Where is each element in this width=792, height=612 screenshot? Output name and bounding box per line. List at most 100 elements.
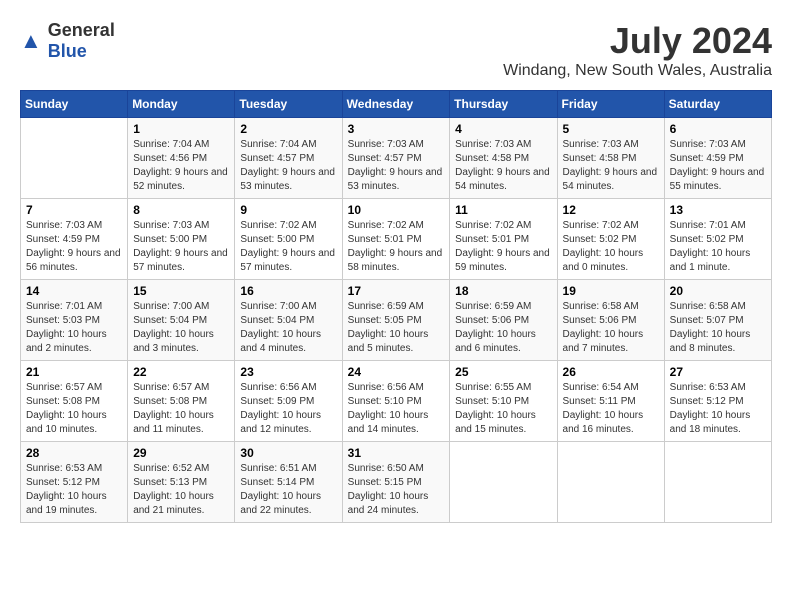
calendar-cell: 13Sunrise: 7:01 AMSunset: 5:02 PMDayligh… xyxy=(664,199,771,280)
day-number: 7 xyxy=(26,203,122,217)
day-info: Sunrise: 7:03 AMSunset: 4:58 PMDaylight:… xyxy=(563,138,659,194)
calendar-cell: 25 Sunrise: 6:55 AMSunset: 5:10 PMDayligh… xyxy=(450,361,557,442)
calendar-cell: 17Sunrise: 6:59 AMSunset: 5:05 PMDayligh… xyxy=(342,280,450,361)
day-info: Sunrise: 6:57 AMSunset: 5:08 PMDaylight:… xyxy=(26,381,122,437)
calendar-cell: 22 Sunrise: 6:57 AMSunset: 5:08 PMDayligh… xyxy=(128,361,235,442)
day-info: Sunrise: 7:03 AMSunset: 5:00 PMDaylight:… xyxy=(133,219,229,275)
location: Windang, New South Wales, Australia xyxy=(503,62,772,80)
calendar-cell: 26 Sunrise: 6:54 AMSunset: 5:11 PMDayligh… xyxy=(557,361,664,442)
day-info: Sunrise: 7:02 AMSunset: 5:02 PMDaylight:… xyxy=(563,219,659,275)
logo-text: General Blue xyxy=(48,20,115,62)
day-number: 30 xyxy=(240,446,336,460)
calendar-cell: 14 Sunrise: 7:01 AMSunset: 5:03 PMDayligh… xyxy=(21,280,128,361)
day-info: Sunrise: 6:50 AMSunset: 5:15 PMDaylight:… xyxy=(348,462,445,518)
day-info: Sunrise: 7:02 AMSunset: 5:01 PMDaylight:… xyxy=(455,219,551,275)
calendar-header-saturday: Saturday xyxy=(664,91,771,118)
day-info: Sunrise: 7:03 AMSunset: 4:59 PMDaylight:… xyxy=(26,219,122,275)
day-info: Sunrise: 6:54 AMSunset: 5:11 PMDaylight:… xyxy=(563,381,659,437)
day-number: 8 xyxy=(133,203,229,217)
day-info: Sunrise: 7:02 AMSunset: 5:01 PMDaylight:… xyxy=(348,219,445,275)
logo: ▲ General Blue xyxy=(20,20,115,62)
logo-blue: Blue xyxy=(48,41,87,61)
calendar-header-thursday: Thursday xyxy=(450,91,557,118)
day-number: 2 xyxy=(240,122,336,136)
day-number: 26 xyxy=(563,365,659,379)
calendar-cell xyxy=(450,442,557,523)
calendar-cell: 21Sunrise: 6:57 AMSunset: 5:08 PMDayligh… xyxy=(21,361,128,442)
day-number: 27 xyxy=(670,365,766,379)
day-number: 18 xyxy=(455,284,551,298)
calendar-cell: 3Sunrise: 7:03 AMSunset: 4:57 PMDaylight… xyxy=(342,118,450,199)
calendar-cell: 16Sunrise: 7:00 AMSunset: 5:04 PMDayligh… xyxy=(235,280,342,361)
day-info: Sunrise: 7:04 AMSunset: 4:57 PMDaylight:… xyxy=(240,138,336,194)
calendar-week-row: 21Sunrise: 6:57 AMSunset: 5:08 PMDayligh… xyxy=(21,361,772,442)
calendar-cell: 6 Sunrise: 7:03 AMSunset: 4:59 PMDaylight… xyxy=(664,118,771,199)
calendar-cell: 1 Sunrise: 7:04 AMSunset: 4:56 PMDaylight… xyxy=(128,118,235,199)
calendar-cell: 29Sunrise: 6:52 AMSunset: 5:13 PMDayligh… xyxy=(128,442,235,523)
day-info: Sunrise: 6:57 AMSunset: 5:08 PMDaylight:… xyxy=(133,381,229,437)
calendar-cell: 12 Sunrise: 7:02 AMSunset: 5:02 PMDayligh… xyxy=(557,199,664,280)
day-info: Sunrise: 7:00 AMSunset: 5:04 PMDaylight:… xyxy=(240,300,336,356)
day-number: 1 xyxy=(133,122,229,136)
day-number: 14 xyxy=(26,284,122,298)
day-number: 12 xyxy=(563,203,659,217)
day-number: 13 xyxy=(670,203,766,217)
calendar-week-row: 28Sunrise: 6:53 AMSunset: 5:12 PMDayligh… xyxy=(21,442,772,523)
calendar-cell: 9 Sunrise: 7:02 AMSunset: 5:00 PMDaylight… xyxy=(235,199,342,280)
day-info: Sunrise: 6:55 AMSunset: 5:10 PMDaylight:… xyxy=(455,381,551,437)
calendar-week-row: 1 Sunrise: 7:04 AMSunset: 4:56 PMDaylight… xyxy=(21,118,772,199)
calendar-week-row: 14 Sunrise: 7:01 AMSunset: 5:03 PMDayligh… xyxy=(21,280,772,361)
day-number: 5 xyxy=(563,122,659,136)
day-number: 11 xyxy=(455,203,551,217)
day-number: 6 xyxy=(670,122,766,136)
calendar-cell: 30 Sunrise: 6:51 AMSunset: 5:14 PMDayligh… xyxy=(235,442,342,523)
calendar-header-wednesday: Wednesday xyxy=(342,91,450,118)
calendar-cell: 10 Sunrise: 7:02 AMSunset: 5:01 PMDayligh… xyxy=(342,199,450,280)
day-info: Sunrise: 6:58 AMSunset: 5:07 PMDaylight:… xyxy=(670,300,766,356)
calendar-week-row: 7 Sunrise: 7:03 AMSunset: 4:59 PMDaylight… xyxy=(21,199,772,280)
calendar-cell: 20Sunrise: 6:58 AMSunset: 5:07 PMDayligh… xyxy=(664,280,771,361)
day-info: Sunrise: 6:56 AMSunset: 5:10 PMDaylight:… xyxy=(348,381,445,437)
day-number: 29 xyxy=(133,446,229,460)
day-number: 25 xyxy=(455,365,551,379)
day-number: 3 xyxy=(348,122,445,136)
calendar-cell: 4 Sunrise: 7:03 AMSunset: 4:58 PMDaylight… xyxy=(450,118,557,199)
day-info: Sunrise: 6:59 AMSunset: 5:06 PMDaylight:… xyxy=(455,300,551,356)
day-info: Sunrise: 6:51 AMSunset: 5:14 PMDaylight:… xyxy=(240,462,336,518)
day-info: Sunrise: 6:58 AMSunset: 5:06 PMDaylight:… xyxy=(563,300,659,356)
title-area: July 2024 Windang, New South Wales, Aust… xyxy=(503,20,772,80)
calendar-cell: 2 Sunrise: 7:04 AMSunset: 4:57 PMDaylight… xyxy=(235,118,342,199)
calendar-cell: 18 Sunrise: 6:59 AMSunset: 5:06 PMDayligh… xyxy=(450,280,557,361)
day-number: 9 xyxy=(240,203,336,217)
day-info: Sunrise: 7:01 AMSunset: 5:03 PMDaylight:… xyxy=(26,300,122,356)
calendar-header-row: SundayMondayTuesdayWednesdayThursdayFrid… xyxy=(21,91,772,118)
calendar-header-tuesday: Tuesday xyxy=(235,91,342,118)
calendar-cell xyxy=(557,442,664,523)
day-info: Sunrise: 7:03 AMSunset: 4:58 PMDaylight:… xyxy=(455,138,551,194)
calendar-cell: 7 Sunrise: 7:03 AMSunset: 4:59 PMDaylight… xyxy=(21,199,128,280)
day-info: Sunrise: 6:53 AMSunset: 5:12 PMDaylight:… xyxy=(670,381,766,437)
calendar-cell: 24 Sunrise: 6:56 AMSunset: 5:10 PMDayligh… xyxy=(342,361,450,442)
calendar-header-monday: Monday xyxy=(128,91,235,118)
day-number: 17 xyxy=(348,284,445,298)
day-info: Sunrise: 7:02 AMSunset: 5:00 PMDaylight:… xyxy=(240,219,336,275)
day-number: 31 xyxy=(348,446,445,460)
calendar-cell xyxy=(21,118,128,199)
day-number: 19 xyxy=(563,284,659,298)
day-info: Sunrise: 6:53 AMSunset: 5:12 PMDaylight:… xyxy=(26,462,122,518)
calendar-table: SundayMondayTuesdayWednesdayThursdayFrid… xyxy=(20,90,772,523)
day-number: 10 xyxy=(348,203,445,217)
day-info: Sunrise: 7:04 AMSunset: 4:56 PMDaylight:… xyxy=(133,138,229,194)
calendar-header-sunday: Sunday xyxy=(21,91,128,118)
day-info: Sunrise: 7:00 AMSunset: 5:04 PMDaylight:… xyxy=(133,300,229,356)
day-number: 4 xyxy=(455,122,551,136)
calendar-cell xyxy=(664,442,771,523)
day-number: 23 xyxy=(240,365,336,379)
day-number: 22 xyxy=(133,365,229,379)
calendar-cell: 27 Sunrise: 6:53 AMSunset: 5:12 PMDayligh… xyxy=(664,361,771,442)
page-header: ▲ General Blue July 2024 Windang, New So… xyxy=(20,20,772,80)
logo-symbol: ▲ xyxy=(20,30,42,52)
calendar-cell: 28Sunrise: 6:53 AMSunset: 5:12 PMDayligh… xyxy=(21,442,128,523)
day-number: 24 xyxy=(348,365,445,379)
day-info: Sunrise: 7:03 AMSunset: 4:59 PMDaylight:… xyxy=(670,138,766,194)
